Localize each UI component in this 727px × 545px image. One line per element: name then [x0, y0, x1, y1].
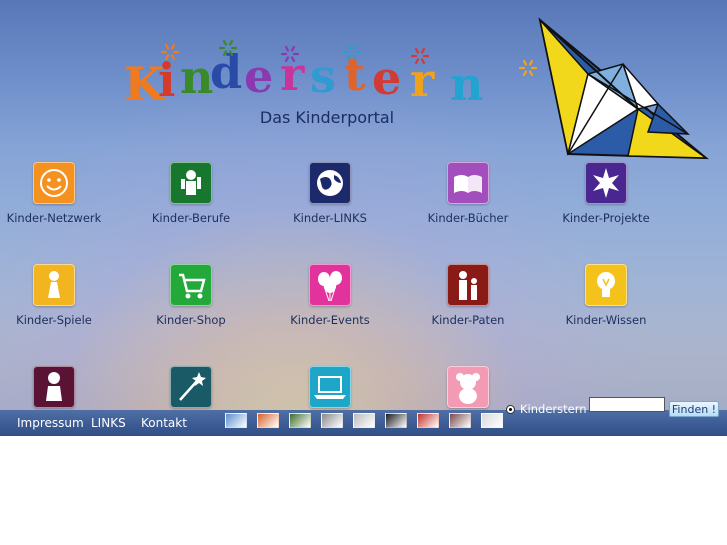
category-label[interactable]: Kinder-Paten: [406, 313, 530, 327]
category-item-baby[interactable]: [0, 366, 116, 408]
kite-icon: [538, 17, 709, 160]
category-item-kinder-berufe[interactable]: Kinder-Berufe: [129, 162, 253, 225]
magic-wand-icon[interactable]: [170, 366, 212, 408]
logo-letter: i: [158, 53, 175, 107]
logo-spark-icon: [170, 43, 176, 50]
footer-link-kontakt[interactable]: Kontakt: [141, 416, 187, 430]
kite-image: [528, 14, 713, 168]
footer-bar: Impressum LINKS Kontakt: [0, 410, 727, 436]
page-background: Kinderstern Das Kinderportal Kinder-Netz…: [0, 0, 727, 436]
category-item-kinder-b-cher[interactable]: Kinder-Bücher: [406, 162, 530, 225]
logo-letter: n: [180, 50, 213, 104]
category-label[interactable]: Kinder-Netzwerk: [0, 211, 116, 225]
category-label[interactable]: Kinder-Projekte: [544, 211, 668, 225]
category-label[interactable]: Kinder-LINKS: [268, 211, 392, 225]
category-item-kinder-paten[interactable]: Kinder-Paten: [406, 264, 530, 327]
search-scope-label: Kinderstern: [520, 402, 587, 416]
teddy-bear-icon[interactable]: [447, 366, 489, 408]
search-scope-radio[interactable]: [506, 405, 515, 414]
logo-letter: e: [372, 51, 401, 105]
grey-thumb-icon[interactable]: [353, 413, 375, 428]
book-icon[interactable]: [447, 162, 489, 204]
people-thumb-icon[interactable]: [321, 413, 343, 428]
city-thumb-icon[interactable]: [449, 413, 471, 428]
worker-icon[interactable]: [170, 162, 212, 204]
search-input[interactable]: [589, 397, 665, 412]
search-button[interactable]: Finden !: [669, 401, 719, 417]
game-piece-icon[interactable]: [33, 264, 75, 306]
category-item-teddy-bear[interactable]: [406, 366, 530, 408]
category-item-kinder-projekte[interactable]: Kinder-Projekte: [544, 162, 668, 225]
star-icon[interactable]: [585, 162, 627, 204]
logo-spark-icon: [522, 70, 528, 77]
category-label[interactable]: Kinder-Shop: [129, 313, 253, 327]
logo-letter: n: [450, 57, 483, 111]
category-label[interactable]: Kinder-Wissen: [544, 313, 668, 327]
logo-spark-icon: [522, 59, 528, 66]
category-label[interactable]: Kinder-Bücher: [406, 211, 530, 225]
cart-icon[interactable]: [170, 264, 212, 306]
category-item-laptop[interactable]: [268, 366, 392, 408]
animal-thumb-icon[interactable]: [481, 413, 503, 428]
category-item-kinder-spiele[interactable]: Kinder-Spiele: [0, 264, 116, 327]
category-label[interactable]: Kinder-Events: [268, 313, 392, 327]
baby-icon[interactable]: [33, 366, 75, 408]
footer-link-links[interactable]: LINKS: [91, 416, 126, 430]
flag-thumb-icon[interactable]: [225, 413, 247, 428]
night-thumb-icon[interactable]: [385, 413, 407, 428]
category-item-kinder-links[interactable]: Kinder-LINKS: [268, 162, 392, 225]
smiley-icon[interactable]: [33, 162, 75, 204]
category-item-kinder-events[interactable]: Kinder-Events: [268, 264, 392, 327]
kinderstern-logo-graphic: Ki nd e r s t e r n: [124, 39, 538, 111]
site-subtitle: Das Kinderportal: [259, 108, 395, 127]
category-item-magic-wand[interactable]: [129, 366, 253, 408]
category-item-kinder-netzwerk[interactable]: Kinder-Netzwerk: [0, 162, 116, 225]
footer-link-impressum[interactable]: Impressum: [17, 416, 84, 430]
flower-red-thumb-icon[interactable]: [417, 413, 439, 428]
logo-letter: e: [244, 49, 273, 103]
logo-letter: s: [310, 49, 336, 103]
globe-icon[interactable]: [309, 162, 351, 204]
category-item-kinder-wissen[interactable]: Kinder-Wissen: [544, 264, 668, 327]
lightbulb-icon[interactable]: [585, 264, 627, 306]
flowers-thumb-icon[interactable]: [257, 413, 279, 428]
logo-spark-icon: [164, 43, 170, 50]
parent-child-icon[interactable]: [447, 264, 489, 306]
balloons-icon[interactable]: [309, 264, 351, 306]
category-label[interactable]: Kinder-Berufe: [129, 211, 253, 225]
category-label[interactable]: Kinder-Spiele: [0, 313, 116, 327]
laptop-icon[interactable]: [309, 366, 351, 408]
category-item-kinder-shop[interactable]: Kinder-Shop: [129, 264, 253, 327]
nature-thumb-icon[interactable]: [289, 413, 311, 428]
